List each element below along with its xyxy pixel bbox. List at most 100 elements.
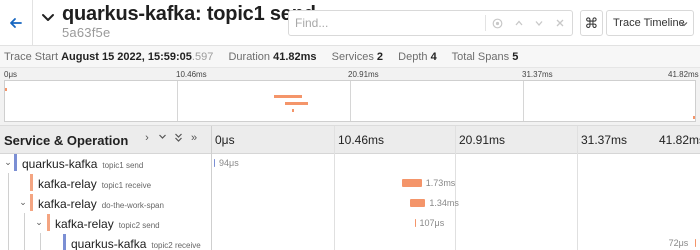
keyboard-shortcuts-button[interactable]: ⌘ [580,10,603,36]
minimap-tick: 41.82ms [668,70,699,79]
trace-start-value: August 15 2022, 15:59:05 [61,51,192,63]
row-toggle[interactable]: ⌄ [34,217,44,227]
total-spans-value: 5 [512,51,519,63]
span-row-label: kafka-relay topic1 receive [0,173,211,193]
span-bar[interactable] [409,199,426,207]
find-box [288,10,573,36]
tree-guide [8,233,9,250]
minimap-gridline [523,81,524,121]
timeline-tick: 0μs [215,133,235,147]
span-bar[interactable] [401,179,422,187]
find-separator [485,15,486,31]
duration-value: 41.82ms [273,51,317,63]
trace-minimap[interactable]: 0μs 10.46ms 20.91ms 31.37ms 41.82ms [0,68,700,126]
span-duration: 1.73ms [425,178,456,188]
minimap-tick: 0μs [4,70,18,79]
service-name: kafka-relay topic2 send [55,217,160,231]
span-row[interactable]: quarkus-kafka topic2 receive 72μs [0,233,700,250]
find-input[interactable] [295,13,485,33]
close-icon [556,19,564,27]
target-icon [492,18,502,28]
trace-start-label: Trace Start [4,51,58,63]
span-bar[interactable] [414,219,416,227]
tree-guide [24,233,25,250]
row-toggle[interactable]: ⌄ [3,157,13,167]
trace-header: quarkus-kafka: topic1 send 5a63f5e ⌘ [0,0,700,46]
timeline-tick: 41.82ms [659,133,700,147]
trace-summary: Trace Start August 15 2022, 15:59:05.597… [0,46,700,68]
chevron-down-icon [535,21,543,26]
view-type-select[interactable]: Trace Timeline [606,10,694,36]
span-duration: 107μs [419,218,445,228]
service-operation-title: Service & Operation [4,133,129,148]
span-row-label: ⌄ kafka-relay do-the-work-span [0,193,211,213]
tree-guide [24,213,25,233]
depth-label: Depth [398,51,428,63]
services-value: 2 [376,51,384,63]
operation-name: do-the-work-span [101,201,164,210]
minimap-canvas[interactable] [4,80,696,122]
minimap-ticks: 0μs 10.46ms 20.91ms 31.37ms 41.82ms [0,68,700,80]
minimap-span-bar [273,95,303,98]
tree-guide [8,213,9,233]
chevron-up-icon [515,20,523,26]
collapse-one-button[interactable]: › [141,132,153,144]
operation-name: topic1 send [102,161,144,170]
services-label: Services [331,51,374,63]
duration-label: Duration [228,51,271,63]
minimap-span-bar [292,109,295,112]
back-button[interactable] [0,0,33,46]
row-toggle[interactable]: ⌄ [18,197,28,207]
minimap-span-bar [693,116,696,119]
span-row[interactable]: ⌄ kafka-relay topic2 send 107μs [0,213,700,233]
trace-title: quarkus-kafka: topic1 send [62,3,316,25]
depth-value: 4 [430,51,437,63]
collapse-header-button[interactable] [40,10,56,26]
span-bar[interactable] [214,159,215,167]
service-color-bar [30,194,33,211]
collapse-all-button[interactable]: » [188,132,200,144]
locate-button[interactable] [489,15,505,31]
service-name: kafka-relay do-the-work-span [38,197,164,211]
service-name: quarkus-kafka topic1 send [22,157,144,171]
clear-search-button[interactable] [552,15,568,31]
tree-guide [8,193,9,213]
service-name: kafka-relay topic1 receive [38,177,152,191]
minimap-gridline [177,81,178,121]
span-row[interactable]: ⌄ kafka-relay do-the-work-span 1.34ms [0,193,700,213]
double-chevron-down-icon [174,133,182,142]
timeline-tick: 31.37ms [581,133,628,147]
next-match-button[interactable] [531,15,547,31]
span-bar[interactable] [694,239,696,247]
total-spans-label: Total Spans [451,51,510,63]
tree-guide [40,233,41,250]
chevron-down-icon [158,134,166,139]
view-type-label: Trace Timeline [613,17,685,29]
chevron-down-icon [680,22,688,27]
span-row[interactable]: kafka-relay topic1 receive 1.73ms [0,173,700,193]
span-duration: 72μs [668,238,689,248]
timeline-tick: 20.91ms [459,133,506,147]
expand-all-button[interactable] [172,132,184,146]
service-color-bar [14,154,17,171]
service-color-bar [47,214,50,231]
chevron-down-icon [42,14,54,21]
operation-name: topic1 receive [101,181,152,190]
timeline-header: Service & Operation › » 0μs 10.46ms 20.9… [0,126,700,154]
service-color-bar [30,174,33,191]
arrow-left-icon [10,18,22,28]
tree-guide [8,173,9,193]
span-row[interactable]: ⌄ quarkus-kafka topic1 send 94μs [0,153,700,173]
minimap-tick: 10.46ms [176,70,207,79]
minimap-gridline [350,81,351,121]
service-color-bar [63,234,66,250]
minimap-span-bar [285,102,308,105]
span-duration: 94μs [219,158,239,168]
expand-one-button[interactable] [156,132,168,144]
service-name: quarkus-kafka topic2 receive [71,237,201,250]
span-duration: 1.34ms [429,198,459,208]
prev-match-button[interactable] [511,15,527,31]
trace-id: 5a63f5e [62,25,111,40]
minimap-tick: 31.37ms [522,70,553,79]
operation-name: topic2 send [118,221,160,230]
